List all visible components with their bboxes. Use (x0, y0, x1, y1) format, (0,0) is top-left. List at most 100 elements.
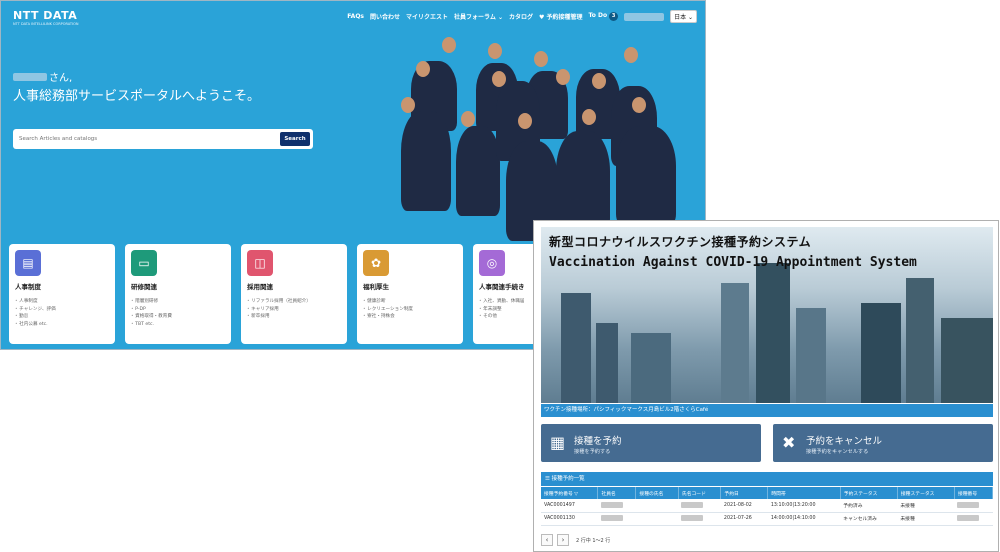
card-link[interactable]: その他 (479, 313, 525, 321)
vaccination-status: 未接種 (897, 512, 955, 526)
column-header[interactable]: 接種ステータス (897, 487, 955, 499)
card-items: 人事制度 チャレンジ、評価 勤怠 社内公募 etc. (15, 298, 56, 328)
column-header[interactable]: 時間帯 (767, 487, 841, 499)
category-card-benefits[interactable]: ✿ 福利厚生 健康診断 レクリエーション制度 寮社・持株会 (357, 244, 463, 344)
portal-header: NTT DATA NTT DATA INTELLILINK CORPORATIO… (1, 1, 705, 31)
card-items: 階層別研修 P-DP 資格取得・教育費 TBT etc. (131, 298, 172, 328)
monitor-icon: ▭ (131, 250, 157, 276)
category-card-training[interactable]: ▭ 研修関連 階層別研修 P-DP 資格取得・教育費 TBT etc. (125, 244, 231, 344)
card-link[interactable]: P-DP (131, 306, 172, 314)
book-vaccination-button[interactable]: ▦ 接種を予約 接種を予約する (541, 424, 761, 462)
venue-info-bar: ワクチン接種場所：パシフィックマークス月島ビル2階さくらCafé (541, 404, 993, 417)
column-header[interactable]: 氏名コード (678, 487, 722, 499)
nav-todo[interactable]: To Do 3 (588, 12, 619, 21)
reservation-status: キャンセル済み (840, 512, 898, 526)
search-bar: Search (13, 129, 313, 149)
previous-page-button[interactable]: ‹ (541, 534, 553, 546)
action-subtitle: 接種予約をキャンセルする (806, 449, 869, 455)
reservation-id[interactable]: VAC0001130 (541, 512, 598, 526)
cancel-reservation-button[interactable]: ✖ 予約をキャンセル 接種予約をキャンセルする (773, 424, 993, 462)
company-logo[interactable]: NTT DATA (13, 9, 77, 22)
card-link[interactable]: 勤怠 (15, 313, 56, 321)
column-header[interactable]: 接種の氏名 (635, 487, 679, 499)
reservation-id[interactable]: VAC0001497 (541, 499, 598, 513)
nav-todo-label: To Do (588, 12, 608, 19)
time-slot: 13:10:00|13:20:00 (767, 499, 841, 513)
banner-title-en: Vaccination Against COVID-19 Appointment… (549, 255, 917, 270)
card-title: 研修関連 (131, 283, 157, 291)
vaccination-app-window: 新型コロナウイルスワクチン接種予約システム Vaccination Agains… (533, 220, 999, 552)
greeting-line: さん, (13, 69, 72, 84)
todo-count-badge: 3 (609, 12, 619, 21)
column-header[interactable]: 予約ステータス (840, 487, 898, 499)
language-select[interactable]: 日本 ⌄ (670, 10, 697, 23)
time-slot: 14:00:00|14:10:00 (767, 512, 841, 526)
card-link[interactable]: 健康診断 (363, 298, 413, 306)
action-title: 予約をキャンセル (806, 436, 883, 447)
company-logo-subtitle: NTT DATA INTELLILINK CORPORATION (13, 22, 79, 26)
close-icon: ✖ (782, 433, 796, 452)
vaccination-status: 未接種 (897, 499, 955, 513)
redacted-vaccination-number (957, 515, 980, 522)
column-header[interactable]: 社員名 (597, 487, 637, 499)
id-card-icon: ◫ (247, 250, 273, 276)
calendar-icon: ▦ (550, 433, 566, 452)
nav-faqs[interactable]: FAQs (347, 13, 364, 20)
nav-vaccination-management[interactable]: ♥ 予約接種管理 (539, 12, 582, 21)
search-input[interactable] (19, 132, 279, 146)
nav-inquiry[interactable]: 問い合わせ (370, 12, 400, 21)
category-card-personnel-system[interactable]: ▤ 人事制度 人事制度 チャレンジ、評価 勤怠 社内公募 etc. (9, 244, 115, 344)
pagination: ‹ › 2 行中 1～2 行 (541, 534, 610, 546)
category-card-recruiting[interactable]: ◫ 採用関連 リファラル採用（社員紹介） キャリア採用 新卒採用 (241, 244, 347, 344)
card-title: 人事制度 (15, 283, 41, 291)
redacted-employee-name (600, 502, 623, 508)
redacted-name-code (681, 502, 704, 508)
table-row[interactable]: VAC0001130 2021-07-26 14:00:00|14:10:00 … (541, 512, 993, 526)
card-link[interactable]: 社内公募 etc. (15, 321, 56, 329)
column-header[interactable]: 接種番号 (954, 487, 994, 499)
card-link[interactable]: 人事制度 (15, 298, 56, 306)
nav-employee-forum[interactable]: 社員フォーラム ⌄ (454, 12, 503, 21)
card-link[interactable]: 資格取得・教育費 (131, 313, 172, 321)
search-button[interactable]: Search (280, 132, 310, 146)
reservation-table: 接種予約番号 ▽ 社員名 接種の氏名 氏名コード 予約日 時間帯 予約ステータス… (541, 487, 994, 526)
card-link[interactable]: 新卒採用 (247, 313, 311, 321)
column-header[interactable]: 予約日 (720, 487, 769, 499)
card-title: 福利厚生 (363, 283, 389, 291)
card-link[interactable]: キャリア採用 (247, 306, 311, 314)
redacted-name-code (681, 515, 704, 522)
redacted-employee-name (600, 515, 623, 522)
card-items: 入社、異動、休職届 年末調整 その他 (479, 298, 525, 321)
benefits-icon: ✿ (363, 250, 389, 276)
reservation-list-header: ☰ 接種予約一覧 (541, 472, 993, 486)
pagination-info: 2 行中 1～2 行 (576, 537, 611, 544)
screenshot-stage: NTT DATA NTT DATA INTELLILINK CORPORATIO… (0, 0, 1000, 552)
column-header[interactable]: 接種予約番号 ▽ (541, 487, 599, 499)
user-name-redacted (13, 72, 47, 81)
team-photo (356, 31, 696, 243)
action-subtitle: 接種を予約する (574, 449, 611, 455)
card-link[interactable]: 入社、異動、休職届 (479, 298, 524, 306)
card-link[interactable]: 寮社・持株会 (363, 313, 413, 321)
card-title: 採用関連 (247, 283, 273, 291)
card-items: 健康診断 レクリエーション制度 寮社・持株会 (363, 298, 413, 321)
nav-my-requests[interactable]: マイリクエスト (406, 12, 448, 21)
reservation-date: 2021-08-02 (720, 499, 768, 513)
nav-catalog[interactable]: カタログ (509, 12, 533, 21)
card-link[interactable]: リファラル採用（社員紹介） (247, 298, 311, 306)
vaccination-banner: 新型コロナウイルスワクチン接種予約システム Vaccination Agains… (541, 227, 993, 403)
top-nav: FAQs 問い合わせ マイリクエスト 社員フォーラム ⌄ カタログ ♥ 予約接種… (347, 10, 697, 23)
card-link[interactable]: チャレンジ、評価 (15, 306, 56, 314)
table-row[interactable]: VAC0001497 2021-08-02 13:10:00|13:20:00 … (541, 499, 993, 513)
card-link[interactable]: 年末調整 (479, 306, 525, 314)
action-title: 接種を予約 (574, 436, 622, 447)
card-link[interactable]: レクリエーション制度 (363, 306, 413, 314)
card-link[interactable]: 階層別研修 (131, 298, 172, 306)
clipboard-icon: ▤ (15, 250, 41, 276)
card-title: 人事関連手続き (479, 283, 525, 291)
table-header-row: 接種予約番号 ▽ 社員名 接種の氏名 氏名コード 予約日 時間帯 予約ステータス… (541, 487, 994, 499)
user-menu-redacted[interactable] (624, 12, 665, 21)
card-link[interactable]: TBT etc. (131, 321, 172, 329)
next-page-button[interactable]: › (557, 534, 569, 546)
welcome-heading: 人事総務部サービスポータルへようこそ。 (13, 89, 261, 104)
